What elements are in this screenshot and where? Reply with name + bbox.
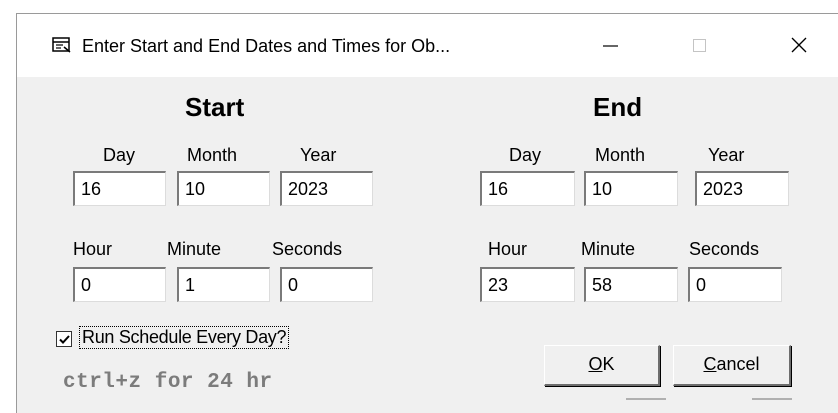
minimize-icon — [603, 45, 618, 47]
end-hour-label: Hour — [488, 239, 528, 259]
end-month-field[interactable] — [584, 171, 678, 206]
title-bar: Enter Start and End Dates and Times for … — [17, 14, 838, 77]
start-month-label: Month — [187, 145, 238, 165]
close-button[interactable] — [775, 24, 823, 66]
start-seconds-field[interactable] — [280, 267, 373, 302]
start-minute-label: Minute — [167, 239, 222, 259]
cancel-label: ancel — [716, 354, 760, 374]
hidden-button-edge — [626, 398, 666, 400]
maximize-button[interactable] — [675, 24, 723, 66]
end-hour-field[interactable] — [480, 267, 575, 302]
start-month-field[interactable] — [177, 171, 270, 206]
start-heading: Start — [185, 92, 245, 122]
end-year-field[interactable] — [695, 171, 789, 206]
start-year-field[interactable] — [280, 171, 373, 206]
cancel-access-key: C — [703, 354, 717, 374]
ok-button[interactable]: OK — [544, 345, 660, 386]
start-hour-field[interactable] — [73, 267, 166, 302]
check-icon — [59, 335, 70, 344]
start-day-field[interactable] — [73, 171, 166, 206]
start-minute-field[interactable] — [177, 267, 270, 302]
run-schedule-checkbox[interactable] — [56, 331, 72, 347]
end-seconds-label: Seconds — [689, 239, 760, 259]
end-month-label: Month — [595, 145, 646, 165]
end-heading: End — [593, 92, 643, 122]
end-day-field[interactable] — [480, 171, 575, 206]
window-icon — [52, 36, 72, 54]
hidden-button-edge-2 — [752, 398, 792, 400]
end-year-label: Year — [708, 145, 745, 165]
minimize-button[interactable] — [587, 24, 635, 66]
cancel-button[interactable]: Cancel — [673, 345, 791, 386]
end-minute-field[interactable] — [584, 267, 678, 302]
close-icon — [791, 37, 807, 53]
start-seconds-label: Seconds — [272, 239, 343, 259]
start-day-label: Day — [103, 145, 136, 165]
end-minute-label: Minute — [581, 239, 636, 259]
ok-label: K — [602, 354, 615, 374]
run-schedule-label[interactable]: Run Schedule Every Day? — [79, 326, 290, 349]
ok-access-key: O — [588, 354, 603, 374]
start-year-label: Year — [300, 145, 337, 165]
window-title: Enter Start and End Dates and Times for … — [82, 36, 451, 56]
maximize-icon — [693, 39, 706, 52]
end-seconds-field[interactable] — [688, 267, 782, 302]
start-hour-label: Hour — [73, 239, 113, 259]
end-day-label: Day — [509, 145, 542, 165]
time-format-hint: ctrl+z for 24 hr — [63, 371, 273, 394]
